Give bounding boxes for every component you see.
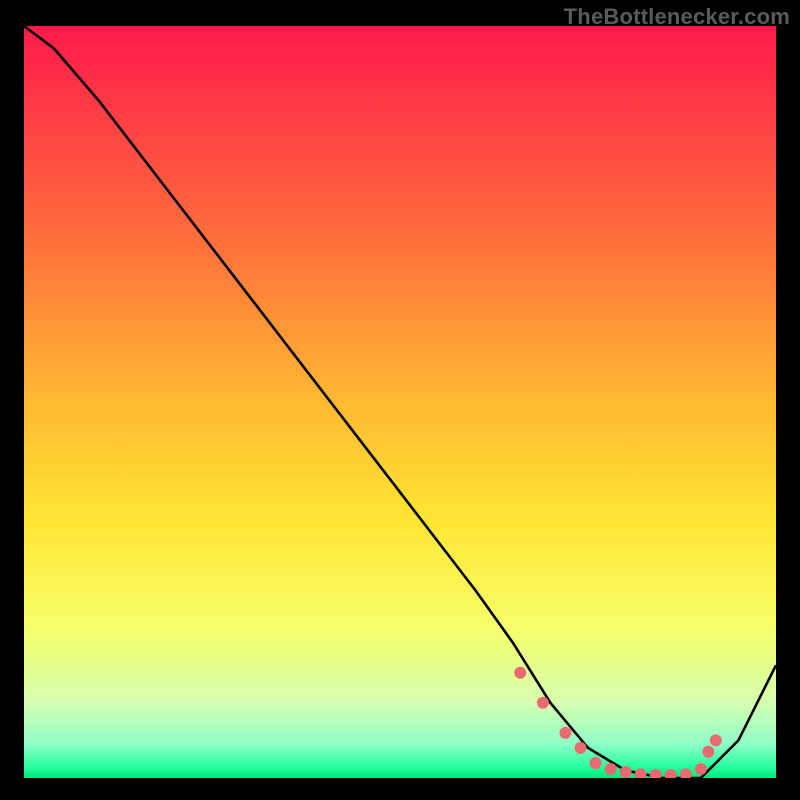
marker-dot [559, 727, 571, 739]
marker-dot [575, 742, 587, 754]
marker-dot [537, 697, 549, 709]
marker-dot [695, 763, 707, 775]
chart-svg [24, 26, 776, 778]
chart-frame: TheBottlenecker.com [0, 0, 800, 800]
marker-dot [514, 667, 526, 679]
marker-dot [605, 763, 617, 775]
gradient-background [24, 26, 776, 778]
plot-area [24, 26, 776, 778]
marker-dot [590, 757, 602, 769]
marker-dot [620, 766, 632, 778]
marker-dot [710, 734, 722, 746]
marker-dot [702, 746, 714, 758]
